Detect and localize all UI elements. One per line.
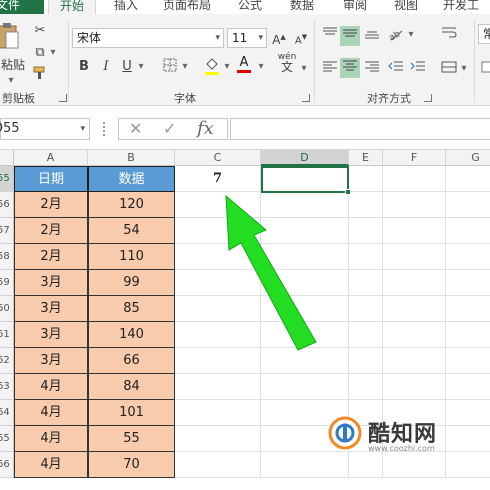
- watermark-url: www.coozhi.com: [368, 444, 435, 453]
- arrow-shape: [225, 194, 317, 351]
- watermark: 酷知网 www.coozhi.com: [320, 412, 490, 458]
- coozhi-logo-icon: [328, 416, 362, 450]
